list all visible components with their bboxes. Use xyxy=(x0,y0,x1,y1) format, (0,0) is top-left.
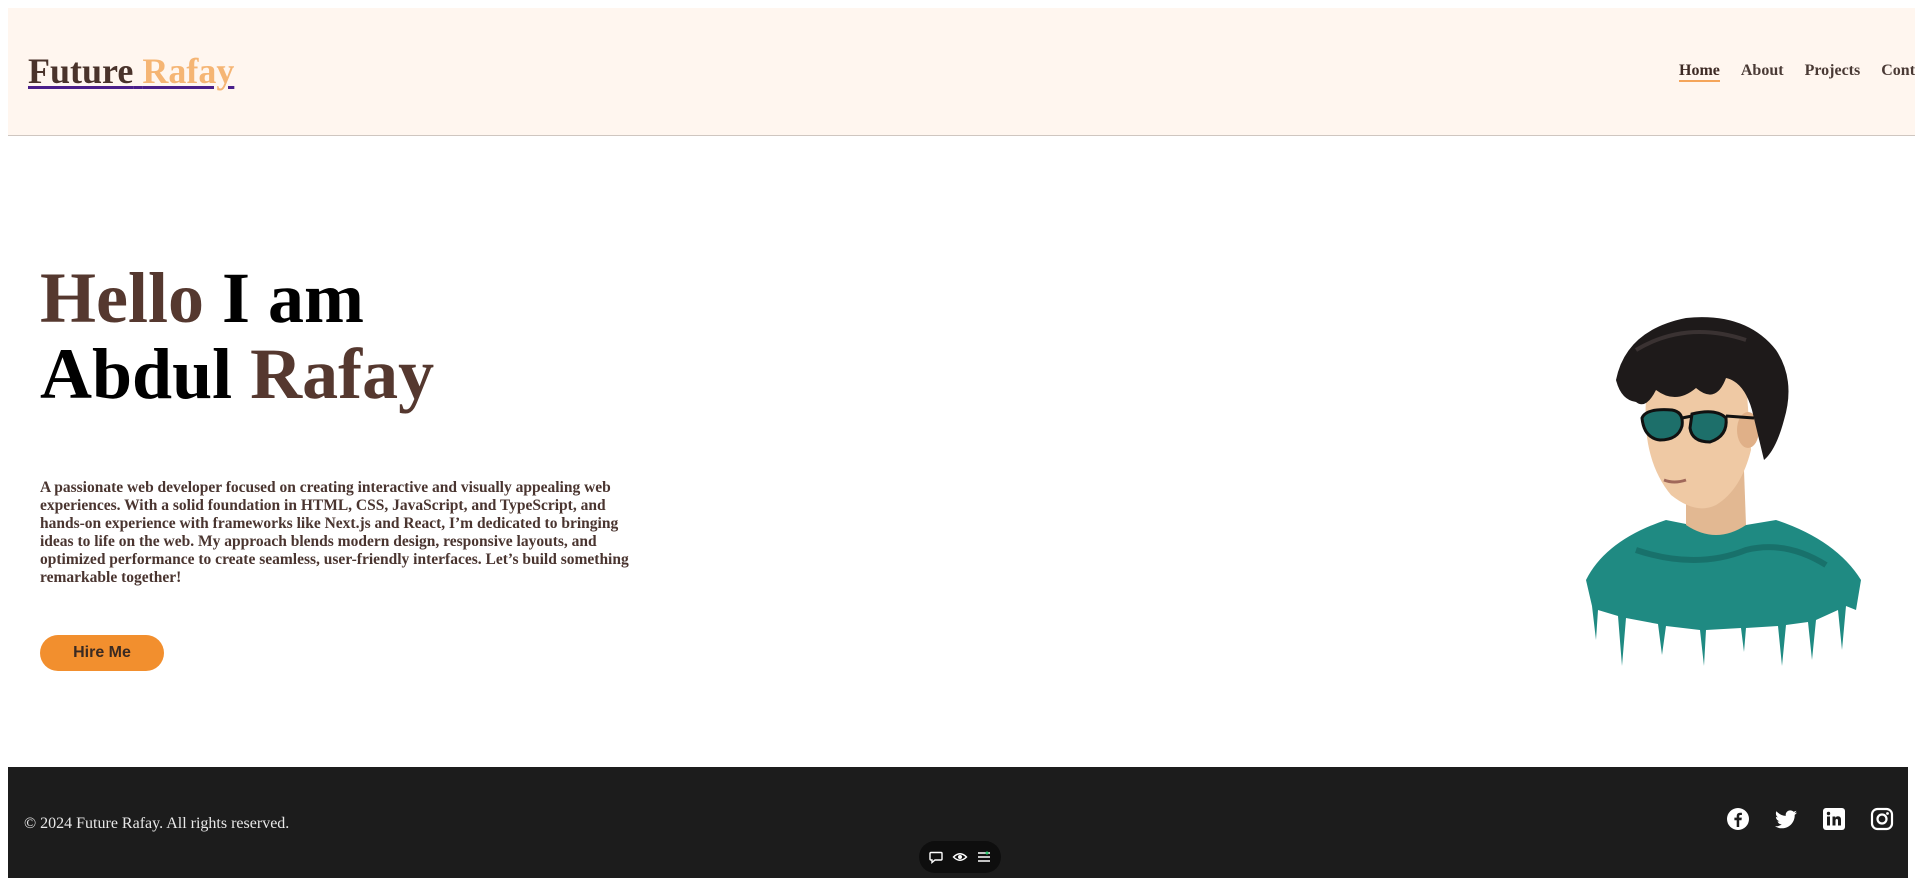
portrait-illustration xyxy=(1586,317,1861,666)
eye-icon[interactable] xyxy=(952,849,968,865)
hire-me-button[interactable]: Hire Me xyxy=(40,635,164,671)
hero-title: Hello I am Abdul Rafay xyxy=(40,260,434,412)
twitter-icon[interactable] xyxy=(1774,807,1798,831)
main-nav: Home About Projects Contact xyxy=(1679,62,1915,82)
instagram-icon[interactable] xyxy=(1870,807,1894,831)
hero-description: A passionate web developer focused on cr… xyxy=(40,479,629,586)
site-header: Future Rafay Home About Projects Contact xyxy=(8,8,1915,136)
nav-link-projects[interactable]: Projects xyxy=(1805,62,1861,82)
social-links xyxy=(1726,807,1894,831)
facebook-icon[interactable] xyxy=(1726,807,1750,831)
comment-icon[interactable] xyxy=(928,849,944,865)
settings-list-icon[interactable] xyxy=(976,849,992,865)
site-logo[interactable]: Future Rafay xyxy=(28,50,234,92)
nav-link-about[interactable]: About xyxy=(1741,62,1784,82)
hero-title-hello: Hello xyxy=(40,258,204,338)
page: Future Rafay Home About Projects Contact… xyxy=(8,8,1915,878)
nav-link-home[interactable]: Home xyxy=(1679,62,1720,82)
hero-title-last: Rafay xyxy=(250,334,435,414)
hero-title-first: Abdul xyxy=(40,334,233,414)
linkedin-icon[interactable] xyxy=(1822,807,1846,831)
nav-link-contact[interactable]: Contact xyxy=(1881,62,1915,82)
logo-accent-text: Rafay xyxy=(142,51,235,91)
logo-main-text: Future xyxy=(28,51,134,91)
footer-copyright: © 2024 Future Rafay. All rights reserved… xyxy=(24,815,290,832)
floating-toolbar xyxy=(919,841,1001,873)
hero-title-iam: I am xyxy=(221,258,364,338)
